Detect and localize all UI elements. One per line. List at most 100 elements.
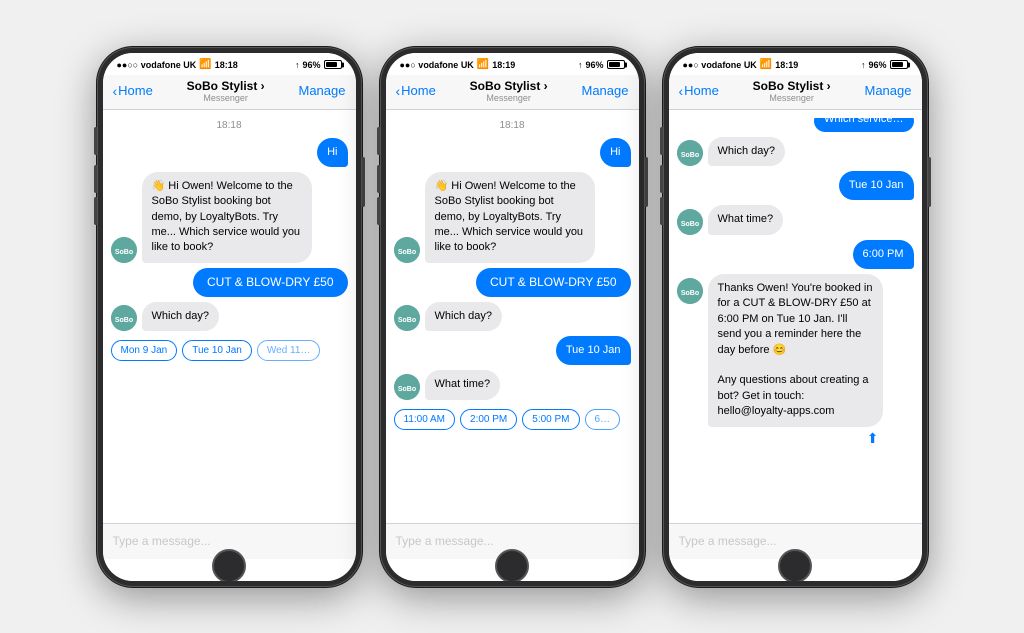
phones-container: ●●○○ vodafone UK 📶 18:18 ↑ 96% ‹ Home So… [77, 27, 948, 607]
msg-tue-3: Tue 10 Jan [677, 171, 914, 200]
share-icon-3[interactable]: ⬆ [867, 430, 879, 447]
status-left-1: ●●○○ vodafone UK 📶 18:18 [117, 59, 238, 70]
avatar-1: SoBo [111, 237, 137, 263]
status-left-2: ●●○ vodafone UK 📶 18:19 [400, 59, 516, 70]
svg-text:SoBo: SoBo [114, 249, 132, 256]
home-area-1 [103, 559, 356, 581]
status-right-1: ↑ 96% [295, 60, 342, 70]
qr-wed-1[interactable]: Wed 11… [257, 340, 321, 361]
msg-hi-1: Hi [111, 138, 348, 167]
time-label-1: 18:18 [111, 120, 348, 131]
status-bar-2: ●●○ vodafone UK 📶 18:19 ↑ 96% [386, 53, 639, 75]
bubble-action-2[interactable]: CUT & BLOW-DRY £50 [476, 268, 631, 297]
back-label-1[interactable]: Home [118, 83, 153, 98]
battery-2 [607, 60, 625, 69]
manage-btn-3[interactable]: Manage [865, 83, 912, 98]
svg-text:SoBo: SoBo [397, 386, 415, 393]
phone-1: ●●○○ vodafone UK 📶 18:18 ↑ 96% ‹ Home So… [97, 47, 362, 587]
bubble-whattime-3: What time? [708, 205, 784, 234]
svg-text:SoBo: SoBo [397, 317, 415, 324]
phone-3: ●●○ vodafone UK 📶 18:19 ↑ 96% ‹ Home SoB… [663, 47, 928, 587]
back-chevron-1: ‹ [113, 83, 118, 99]
msg-6pm-3: 6:00 PM [677, 240, 914, 269]
svg-text:SoBo: SoBo [680, 221, 698, 228]
qr-11am-2[interactable]: 11:00 AM [394, 409, 456, 430]
msg-whattime-2: SoBo What time? [394, 370, 631, 399]
nav-title-3: SoBo Stylist › [753, 79, 831, 93]
msg-whattime-3: SoBo What time? [677, 205, 914, 234]
avatar-1b: SoBo [111, 305, 137, 331]
nav-bar-2: ‹ Home SoBo Stylist › Messenger Manage [386, 75, 639, 110]
qr-more-2[interactable]: 6… [585, 409, 621, 430]
nav-center-2: SoBo Stylist › Messenger [470, 79, 548, 103]
qr-mon-1[interactable]: Mon 9 Jan [111, 340, 178, 361]
carrier-1: ●●○○ vodafone UK [117, 60, 197, 70]
bubble-welcome-1: 👋 Hi Owen! Welcome to the SoBo Stylist b… [142, 172, 312, 263]
bubble-6pm-3: 6:00 PM [853, 240, 914, 269]
nav-bar-1: ‹ Home SoBo Stylist › Messenger Manage [103, 75, 356, 110]
nav-subtitle-2: Messenger [470, 93, 548, 103]
battery-3 [890, 60, 908, 69]
carrier-3: ●●○ vodafone UK [683, 60, 757, 70]
qr-tue-1[interactable]: Tue 10 Jan [182, 340, 252, 361]
avatar-3c: SoBo [677, 278, 703, 304]
manage-btn-1[interactable]: Manage [299, 83, 346, 98]
back-chevron-3: ‹ [679, 83, 684, 99]
avatar-3b: SoBo [677, 209, 703, 235]
home-btn-2[interactable] [495, 549, 529, 581]
home-btn-3[interactable] [778, 549, 812, 581]
svg-text:SoBo: SoBo [114, 317, 132, 324]
wifi-2: 📶 [477, 59, 489, 70]
bubble-whattime-2: What time? [425, 370, 501, 399]
manage-btn-2[interactable]: Manage [582, 83, 629, 98]
status-right-2: ↑ 96% [578, 60, 625, 70]
back-btn-3[interactable]: ‹ Home [679, 83, 719, 99]
bubble-whichday-1: Which day? [142, 302, 219, 331]
avatar-2: SoBo [394, 237, 420, 263]
msg-action-2: CUT & BLOW-DRY £50 [394, 268, 631, 297]
nav-center-1: SoBo Stylist › Messenger [187, 79, 265, 103]
battery-pct-3: 96% [868, 60, 886, 70]
msg-hi-2: Hi [394, 138, 631, 167]
time-1: 18:18 [215, 60, 238, 70]
carrier-2: ●●○ vodafone UK [400, 60, 474, 70]
input-placeholder-3[interactable]: Type a message... [679, 534, 912, 548]
time-3: 18:19 [775, 60, 798, 70]
status-right-3: ↑ 96% [861, 60, 908, 70]
qr-5pm-2[interactable]: 5:00 PM [522, 409, 579, 430]
back-label-2[interactable]: Home [401, 83, 436, 98]
svg-text:SoBo: SoBo [680, 290, 698, 297]
msg-welcome-1: SoBo 👋 Hi Owen! Welcome to the SoBo Styl… [111, 172, 348, 263]
bubble-action-1[interactable]: CUT & BLOW-DRY £50 [193, 268, 348, 297]
msg-welcome-2: SoBo 👋 Hi Owen! Welcome to the SoBo Styl… [394, 172, 631, 263]
bubble-welcome-2: 👋 Hi Owen! Welcome to the SoBo Stylist b… [425, 172, 595, 263]
wifi-3: 📶 [760, 59, 772, 70]
msg-confirm-3: SoBo Thanks Owen! You're booked in for a… [677, 274, 914, 447]
back-btn-2[interactable]: ‹ Home [396, 83, 436, 99]
status-bar-1: ●●○○ vodafone UK 📶 18:18 ↑ 96% [103, 53, 356, 75]
bubble-confirm-3: Thanks Owen! You're booked in for a CUT … [708, 274, 883, 427]
status-left-3: ●●○ vodafone UK 📶 18:19 [683, 59, 799, 70]
chat-area-2: 18:18 Hi SoBo 👋 Hi Owen! Welcome to the … [386, 110, 639, 523]
msg-whichday-3: SoBo Which day? [677, 137, 914, 166]
bubble-tue-3: Tue 10 Jan [839, 171, 914, 200]
partial-bubble-3: Which service… [677, 118, 914, 132]
back-btn-1[interactable]: ‹ Home [113, 83, 153, 99]
svg-text:SoBo: SoBo [397, 249, 415, 256]
nav-title-2: SoBo Stylist › [470, 79, 548, 93]
back-label-3[interactable]: Home [684, 83, 719, 98]
svg-text:SoBo: SoBo [680, 152, 698, 159]
input-placeholder-2[interactable]: Type a message... [396, 534, 629, 548]
arrow-1: ↑ [295, 60, 300, 70]
qr-2pm-2[interactable]: 2:00 PM [460, 409, 517, 430]
arrow-3: ↑ [861, 60, 866, 70]
avatar-2c: SoBo [394, 374, 420, 400]
quick-replies-1: Mon 9 Jan Tue 10 Jan Wed 11… [111, 336, 348, 363]
home-btn-1[interactable] [212, 549, 246, 581]
nav-title-1: SoBo Stylist › [187, 79, 265, 93]
avatar-3a: SoBo [677, 140, 703, 166]
input-placeholder-1[interactable]: Type a message... [113, 534, 346, 548]
msg-action-1: CUT & BLOW-DRY £50 [111, 268, 348, 297]
msg-whichday-1: SoBo Which day? [111, 302, 348, 331]
nav-bar-3: ‹ Home SoBo Stylist › Messenger Manage [669, 75, 922, 110]
